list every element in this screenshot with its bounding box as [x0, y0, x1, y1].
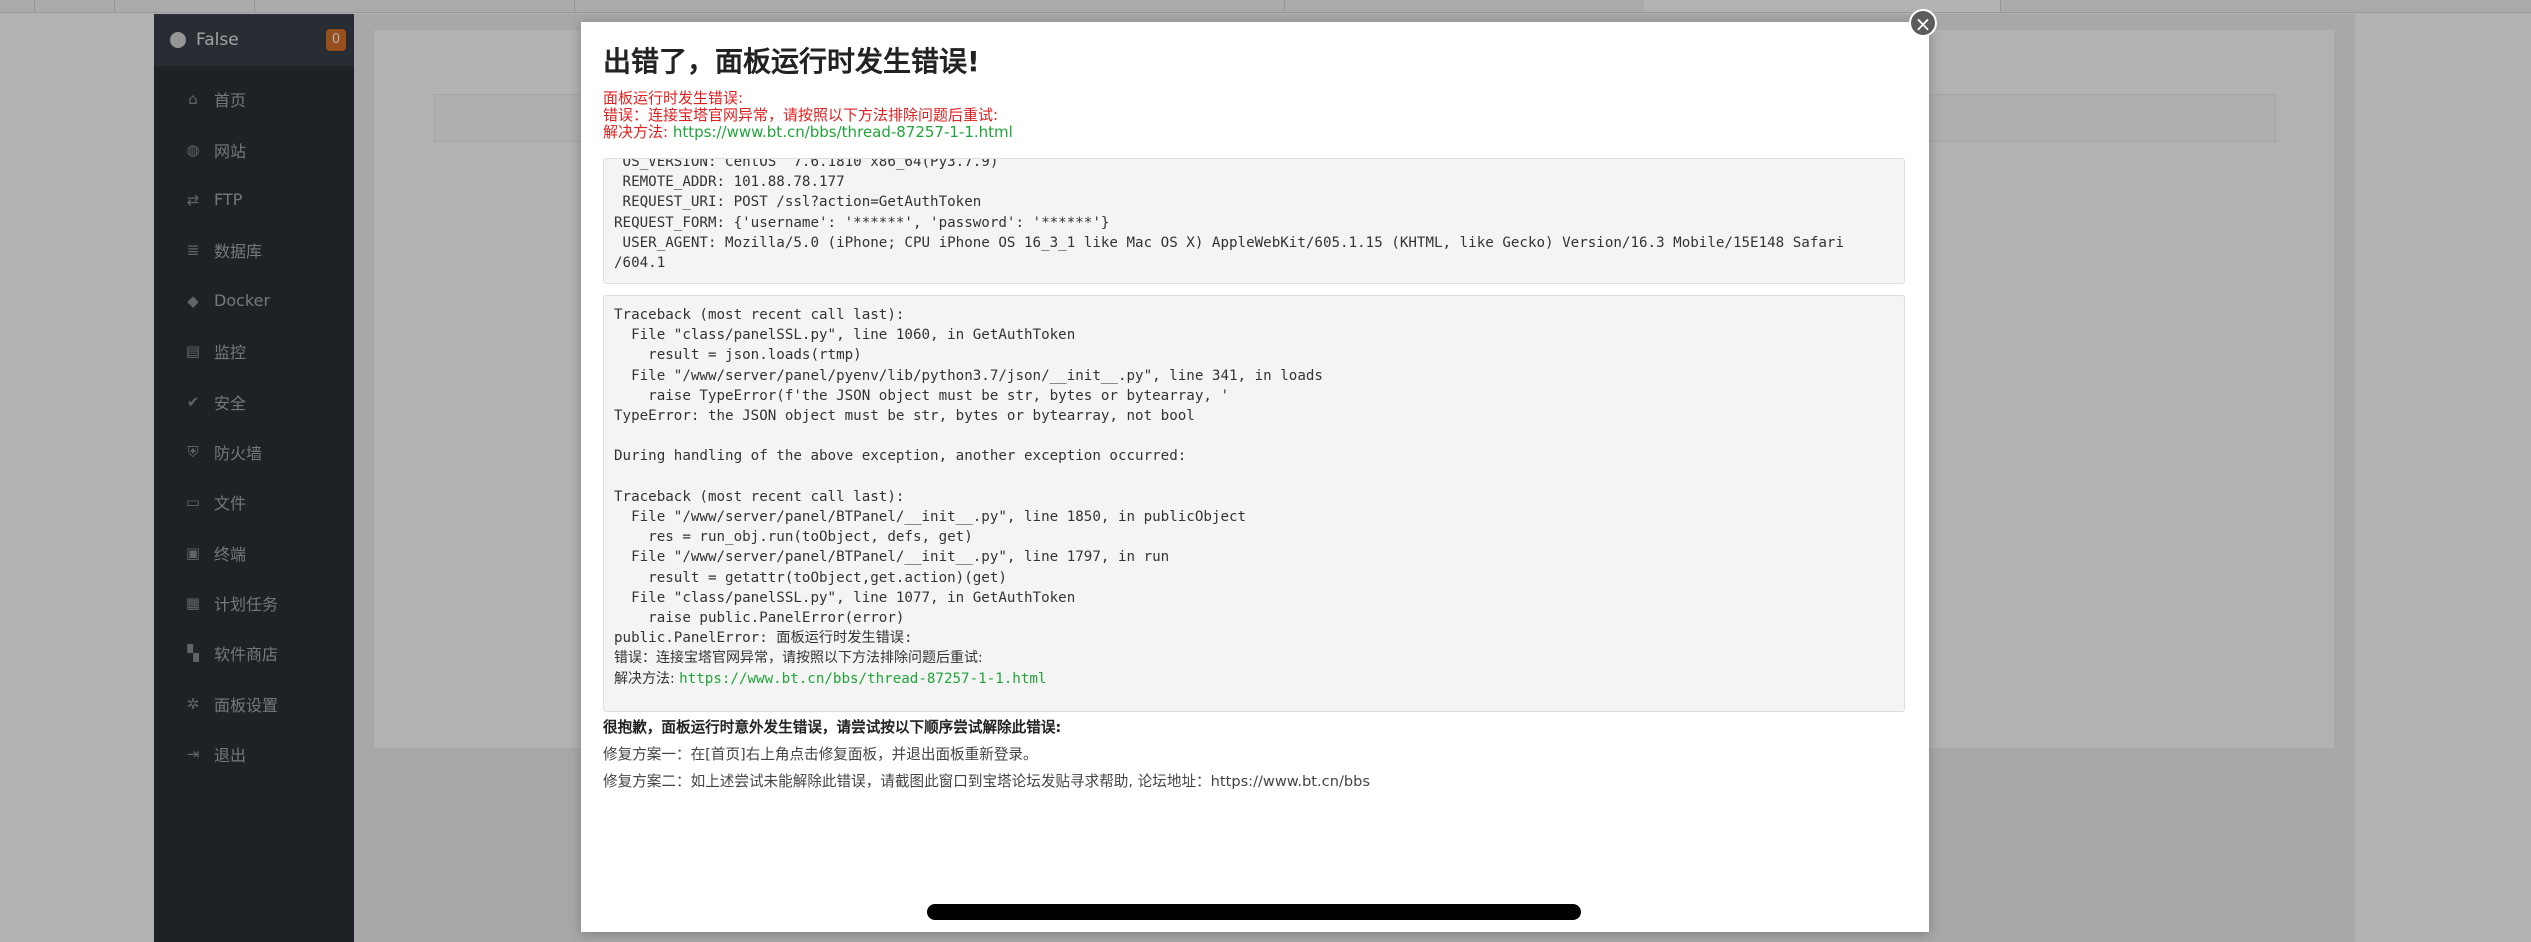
help-section: 很抱歉，面板运行时意外发生错误，请尝试按以下顺序尝试解除此错误: 修复方案一：在… [603, 714, 1370, 795]
error-summary: 面板运行时发生错误: 错误：连接宝塔官网异常，请按照以下方法排除问题后重试: 解… [603, 90, 1013, 141]
solution-line: 解决方法: https://www.bt.cn/bbs/thread-87257… [603, 124, 1013, 141]
dialog-title: 出错了，面板运行时发生错误! [603, 45, 980, 78]
horizontal-scrollbar[interactable] [927, 904, 1581, 920]
traceback-body: Traceback (most recent call last): File … [614, 307, 1323, 647]
close-icon[interactable]: × [1909, 9, 1937, 37]
fix-option-1: 修复方案一：在[首页]右上角点击修复面板，并退出面板重新登录。 [603, 746, 1038, 763]
solution-link[interactable]: https://www.bt.cn/bbs/thread-87257-1-1.h… [673, 123, 1013, 141]
request-info-box[interactable]: OS_VERSION: CentOS 7.6.1810 x86_64(Py3.7… [603, 158, 1905, 284]
traceback-text: Traceback (most recent call last): File … [614, 305, 1894, 689]
help-title: 很抱歉，面板运行时意外发生错误，请尝试按以下顺序尝试解除此错误: [603, 719, 1062, 736]
solution-label: 解决方法: [603, 123, 673, 141]
request-info-text: OS_VERSION: CentOS 7.6.1810 x86_64(Py3.7… [614, 158, 1844, 272]
trace-solution-label: 解决方法: [614, 670, 680, 687]
error-dialog: 出错了，面板运行时发生错误! 面板运行时发生错误: 错误：连接宝塔官网异常，请按… [581, 22, 1929, 932]
error-line: 错误：连接宝塔官网异常，请按照以下方法排除问题后重试: [603, 106, 999, 124]
error-line: 面板运行时发生错误: [603, 89, 744, 107]
traceback-box[interactable]: Traceback (most recent call last): File … [603, 295, 1905, 712]
trace-solution-link[interactable]: https://www.bt.cn/bbs/thread-87257-1-1.h… [679, 671, 1046, 687]
trace-error-line: 错误：连接宝塔官网异常，请按照以下方法排除问题后重试: [614, 650, 983, 667]
fix-option-2: 修复方案二：如上述尝试未能解除此错误，请截图此窗口到宝塔论坛发贴寻求帮助, 论坛… [603, 773, 1370, 790]
